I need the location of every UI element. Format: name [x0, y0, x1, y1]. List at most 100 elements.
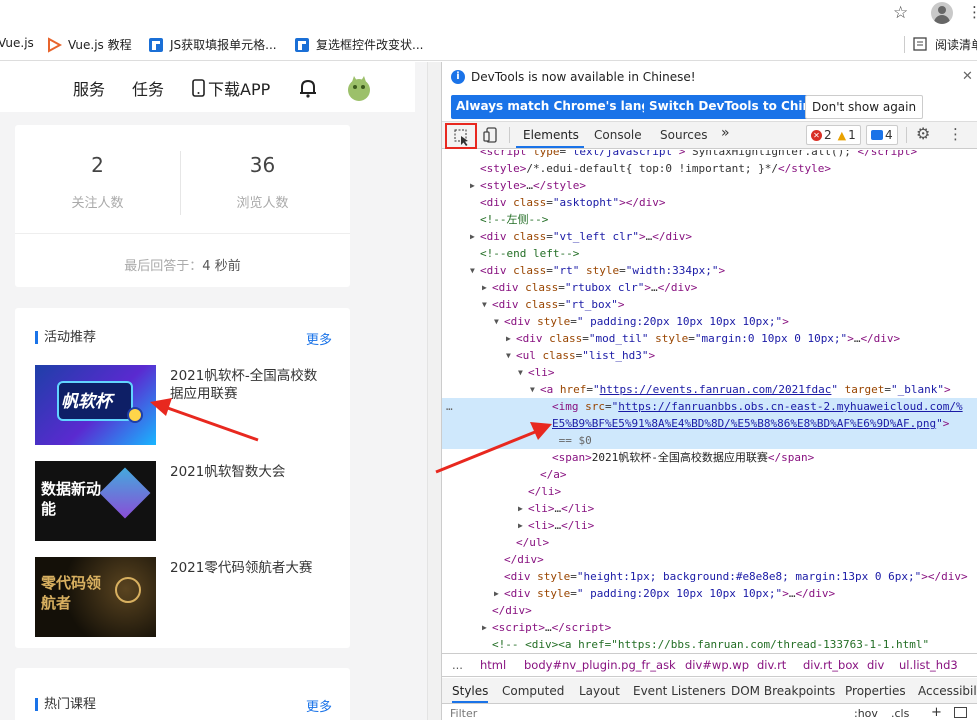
toggle-sidebar-icon[interactable] — [954, 707, 967, 718]
activity-item[interactable]: 数据新动能 2021帆软智数大会 — [35, 461, 335, 541]
dom-node[interactable]: ▶ <div class="vt_left clr">…</div> — [442, 228, 977, 245]
expand-down-icon[interactable]: ▼ — [482, 296, 492, 313]
bookmark-js-fill[interactable]: JS获取填报单元格... — [148, 36, 277, 53]
dom-node[interactable]: </ul> — [442, 534, 977, 551]
tab-sources[interactable]: Sources — [660, 128, 707, 142]
menu-icon[interactable]: ⋮ — [967, 3, 977, 21]
settings-gear-icon[interactable]: ⚙ — [916, 124, 930, 143]
messages-counter[interactable]: 4 — [866, 125, 898, 145]
expand-down-icon[interactable]: ▼ — [494, 313, 504, 330]
add-style-rule-icon[interactable]: + — [931, 705, 942, 720]
class-toggle[interactable]: .cls — [891, 707, 909, 720]
subtab-styles[interactable]: Styles — [452, 684, 489, 703]
expand-right-icon[interactable]: ▶ — [518, 517, 528, 534]
issues-counter[interactable]: ✕ 2 ▲ 1 — [806, 125, 861, 145]
dom-node[interactable]: ▼ <div class="rt" style="width:334px;"> — [442, 262, 977, 279]
dom-node[interactable]: </div> — [442, 602, 977, 619]
dom-node[interactable]: ▶ <div class="mod_til" style="margin:0 10… — [442, 330, 977, 347]
bookmarks-bar: Vue.js Vue.js 教程 JS获取填报单元格... 复选框控件改变状..… — [0, 28, 977, 61]
device-toolbar-icon[interactable] — [483, 127, 499, 146]
bookmark-reading-list[interactable]: 阅读清单 — [904, 36, 977, 53]
dom-node[interactable]: </div> — [442, 551, 977, 568]
dom-node[interactable]: ▶ <div style=" padding:20px 10px 10px 10p… — [442, 585, 977, 602]
tab-console[interactable]: Console — [594, 128, 642, 142]
courses-more-link[interactable]: 更多 — [306, 696, 332, 715]
expand-right-icon[interactable]: ▶ — [482, 619, 492, 636]
expand-down-icon[interactable]: ▼ — [506, 347, 516, 364]
dom-node[interactable]: ▶ <li>…</li> — [442, 500, 977, 517]
devtools-menu-icon[interactable]: ⋮ — [948, 125, 963, 143]
expand-right-icon[interactable]: ▶ — [506, 330, 516, 347]
nav-service[interactable]: 服务 — [73, 76, 105, 100]
page-scrollbar[interactable] — [427, 62, 441, 720]
stats-hline — [15, 233, 350, 234]
breadcrumb-item[interactable]: body#nv_plugin.pg_fr_ask — [524, 658, 676, 672]
tab-elements[interactable]: Elements — [523, 128, 579, 142]
dom-node[interactable]: <div class="asktopht"></div> — [442, 194, 977, 211]
expand-down-icon[interactable]: ▼ — [530, 381, 540, 398]
nav-download-app[interactable]: 下载APP — [192, 76, 270, 100]
bookmark-vue-tutorial[interactable]: Vue.js 教程 — [46, 36, 132, 53]
dom-node-markup: <div class="rtubox clr">…</div> — [492, 281, 698, 294]
subtab-event-listeners[interactable]: Event Listeners — [633, 684, 726, 698]
dom-node[interactable]: ▶ <script>…</script> — [442, 619, 977, 636]
dom-node[interactable]: <script type="text/javascript"> SyntaxHi… — [442, 150, 977, 160]
expand-down-icon[interactable]: ▼ — [470, 262, 480, 279]
user-avatar[interactable] — [346, 74, 372, 106]
subtab-layout[interactable]: Layout — [579, 684, 620, 698]
dom-node[interactable]: </li> — [442, 483, 977, 500]
activity-item[interactable]: 零代码领航者 2021零代码领航者大赛 — [35, 557, 335, 637]
dom-node[interactable]: <!-- <div><a href="https://bbs.fanruan.c… — [442, 636, 977, 650]
bookmark-star-icon[interactable]: ☆ — [893, 3, 908, 23]
more-tabs-icon[interactable]: » — [721, 125, 730, 141]
bookmark-checkbox[interactable]: 复选框控件改变状... — [294, 36, 423, 53]
bell-icon[interactable] — [298, 78, 318, 102]
expand-right-icon[interactable]: ▶ — [494, 585, 504, 602]
bookmark-vue[interactable]: Vue.js — [0, 36, 34, 50]
breadcrumb-item[interactable]: ul.list_hd3 — [899, 658, 958, 672]
dom-node-markup: <div class="asktopht"></div> — [480, 196, 666, 209]
expand-right-icon[interactable]: ▶ — [482, 279, 492, 296]
dom-node-markup: </div> — [492, 604, 532, 617]
breadcrumb-overflow[interactable]: ... — [452, 658, 463, 672]
expand-right-icon[interactable]: ▶ — [470, 228, 480, 245]
dom-node-markup: <li> — [528, 366, 555, 379]
filter-input[interactable]: Filter — [450, 707, 477, 720]
devtools-language-infobar: i DevTools is now available in Chinese! … — [442, 62, 977, 122]
activities-more-link[interactable]: 更多 — [306, 329, 332, 348]
dom-node[interactable]: ▼ <li> — [442, 364, 977, 381]
dom-node[interactable]: ▼ <div style=" padding:20px 10px 10px 10p… — [442, 313, 977, 330]
annotation-arrow-right — [435, 422, 552, 474]
dom-node[interactable]: ▶ <style>…</style> — [442, 177, 977, 194]
breadcrumb-item[interactable]: div#wp.wp — [685, 658, 749, 672]
dom-node[interactable]: ▶ <li>…</li> — [442, 517, 977, 534]
dom-node[interactable]: ▼ <ul class="list_hd3"> — [442, 347, 977, 364]
breadcrumb-item[interactable]: div.rt — [757, 658, 786, 672]
subtab-properties[interactable]: Properties — [845, 684, 906, 698]
dom-node-markup: <a href="https://events.fanruan.com/2021… — [540, 383, 951, 396]
dom-node-markup: <div style=" padding:20px 10px 10px 10px… — [504, 315, 789, 328]
dom-node[interactable]: ▼ <a href="https://events.fanruan.com/202… — [442, 381, 977, 398]
dom-node[interactable]: <!--end left--> — [442, 245, 977, 262]
dont-show-again-button[interactable]: Don't show again — [805, 95, 924, 119]
infobar-close-icon[interactable]: ✕ — [962, 69, 973, 84]
expand-down-icon[interactable]: ▼ — [518, 364, 528, 381]
profile-avatar[interactable] — [931, 2, 953, 24]
breadcrumb-item[interactable]: html — [480, 658, 506, 672]
nav-task[interactable]: 任务 — [132, 76, 164, 100]
dom-node[interactable]: ▼ <div class="rt_box"> — [442, 296, 977, 313]
breadcrumb-item[interactable]: div.rt_box — [803, 658, 859, 672]
inspect-element-icon[interactable] — [445, 123, 477, 149]
dom-node[interactable]: <style>/*.edui-default{ top:0 !important… — [442, 160, 977, 177]
dom-node[interactable]: <!--左侧--> — [442, 211, 977, 228]
dom-node[interactable]: <div style="height:1px; background:#e8e8… — [442, 568, 977, 585]
subtab-accessibility[interactable]: Accessibility — [918, 684, 977, 698]
subtab-dom-breakpoints[interactable]: DOM Breakpoints — [731, 684, 835, 698]
elements-dom-tree[interactable]: <script type="text/javascript"> SyntaxHi… — [442, 150, 977, 650]
expand-right-icon[interactable]: ▶ — [518, 500, 528, 517]
breadcrumb-item[interactable]: div — [867, 658, 884, 672]
expand-right-icon[interactable]: ▶ — [470, 177, 480, 194]
dom-node[interactable]: ▶ <div class="rtubox clr">…</div> — [442, 279, 977, 296]
hover-state-toggle[interactable]: :hov — [854, 707, 878, 720]
subtab-computed[interactable]: Computed — [502, 684, 564, 698]
